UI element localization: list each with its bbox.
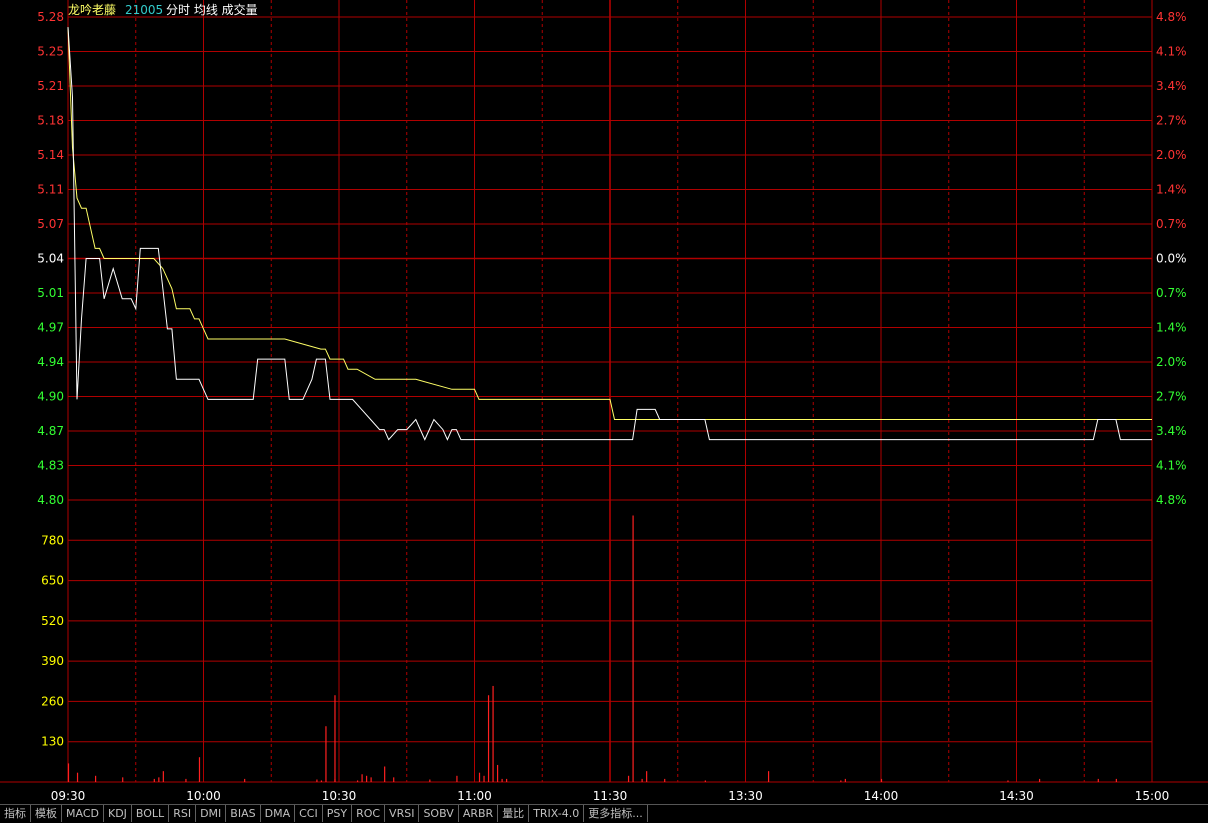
percent-tick-label: 1.4%: [1156, 183, 1187, 197]
time-tick-label: 09:30: [51, 789, 86, 803]
tab-[interactable]: 指标: [0, 805, 31, 822]
percent-tick-label: 4.8%: [1156, 10, 1187, 24]
chart-grid: [0, 0, 1208, 783]
percent-tick-label: 3.4%: [1156, 424, 1187, 438]
tab-psy[interactable]: PSY: [323, 805, 353, 822]
indicator-legend: 分时 均线 成交量: [166, 2, 258, 17]
volume-tick-label: 520: [41, 614, 64, 628]
price-tick-label: 4.94: [37, 355, 64, 369]
tab-bias[interactable]: BIAS: [226, 805, 261, 822]
tab-vrsi[interactable]: VRSI: [385, 805, 420, 822]
volume-tick-label: 260: [41, 694, 64, 708]
price-tick-label: 4.90: [37, 390, 64, 404]
price-tick-label: 4.83: [37, 459, 64, 473]
volume-tick-label: 650: [41, 574, 64, 588]
time-tick-label: 13:30: [728, 789, 763, 803]
percent-tick-label: 2.7%: [1156, 390, 1187, 404]
tab-[interactable]: 更多指标...: [584, 805, 648, 822]
intraday-chart[interactable]: 5.28 4.8% 5.25 4.1% 5.21 3.4% 5.18 2.7% 5.14 2.0%…: [0, 0, 1208, 804]
price-tick-label: 4.97: [37, 321, 64, 335]
price-tick-label: 5.28: [37, 10, 64, 24]
tab-[interactable]: 模板: [31, 805, 62, 822]
percent-tick-label: 4.8%: [1156, 493, 1187, 507]
time-tick-label: 11:00: [457, 789, 492, 803]
price-tick-label: 4.80: [37, 493, 64, 507]
price-tick-label: 4.87: [37, 424, 64, 438]
tab-boll[interactable]: BOLL: [132, 805, 170, 822]
time-tick-label: 14:30: [999, 789, 1034, 803]
tab-macd[interactable]: MACD: [62, 805, 104, 822]
percent-tick-label: 0.7%: [1156, 286, 1187, 300]
time-tick-label: 11:30: [593, 789, 628, 803]
tab-rsi[interactable]: RSI: [169, 805, 197, 822]
price-tick-label: 5.11: [37, 183, 64, 197]
tab-cci[interactable]: CCI: [295, 805, 323, 822]
indicator-tab-bar: 指标 模板 MACD KDJ BOLL RSI DMI BIAS DMA CCI PSY ROC VRS…: [0, 804, 1208, 823]
percent-tick-label: 2.0%: [1156, 148, 1187, 162]
percent-tick-label: 4.1%: [1156, 459, 1187, 473]
volume-tick-label: 130: [41, 735, 64, 749]
tab-arbr[interactable]: ARBR: [459, 805, 499, 822]
time-tick-label: 10:00: [186, 789, 221, 803]
time-tick-label: 15:00: [1135, 789, 1170, 803]
percent-tick-label: 4.1%: [1156, 45, 1187, 59]
price-tick-label: 5.21: [37, 79, 64, 93]
price-tick-label: 5.18: [37, 114, 64, 128]
tab-kdj[interactable]: KDJ: [104, 805, 132, 822]
percent-tick-label: 3.4%: [1156, 79, 1187, 93]
tab-dma[interactable]: DMA: [261, 805, 296, 822]
time-tick-label: 14:00: [864, 789, 899, 803]
volume-tick-label: 780: [41, 533, 64, 547]
time-tick-label: 10:30: [322, 789, 357, 803]
tab-trix-4-0[interactable]: TRIX-4.0: [529, 805, 585, 822]
price-tick-label: 5.04: [37, 252, 64, 266]
volume-tick-label: 390: [41, 654, 64, 668]
price-tick-label: 5.07: [37, 217, 64, 231]
tab-[interactable]: 量比: [498, 805, 530, 822]
price-tick-label: 5.01: [37, 286, 64, 300]
price-tick-label: 5.25: [37, 45, 64, 59]
percent-tick-label: 2.0%: [1156, 355, 1187, 369]
percent-tick-label: 2.7%: [1156, 114, 1187, 128]
price-tick-label: 5.14: [37, 148, 64, 162]
tab-roc[interactable]: ROC: [352, 805, 386, 822]
tab-sobv[interactable]: SOBV: [419, 805, 459, 822]
percent-tick-label: 0.0%: [1156, 252, 1187, 266]
percent-tick-label: 1.4%: [1156, 321, 1187, 335]
percent-tick-label: 0.7%: [1156, 217, 1187, 231]
stock-name: 龙吟老藤: [68, 2, 116, 17]
stock-code: 21005: [125, 3, 163, 17]
tab-dmi[interactable]: DMI: [196, 805, 227, 822]
